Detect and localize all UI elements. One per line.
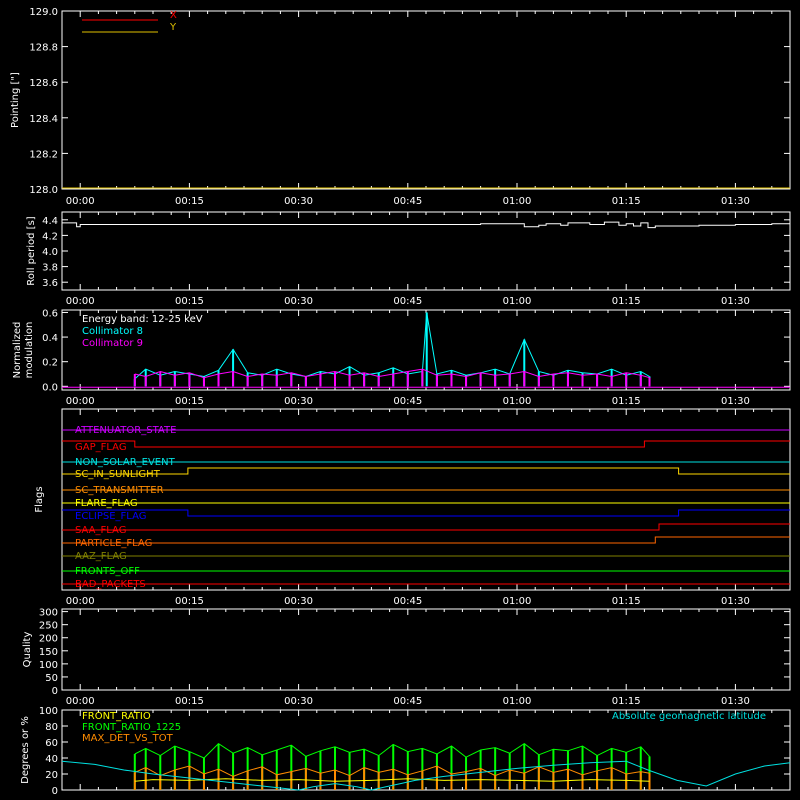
- y-tick-label: 300: [39, 608, 58, 619]
- x-tick-label: 00:00: [66, 396, 95, 407]
- y-tick-label: 4.2: [42, 231, 58, 242]
- x-tick-label: 01:15: [612, 396, 641, 407]
- x-tick-label: 01:00: [503, 196, 532, 207]
- y-tick-label: 4.4: [42, 216, 58, 227]
- x-tick-label: 00:00: [66, 296, 95, 307]
- legend-label: X: [170, 10, 177, 21]
- x-tick-label: 00:30: [284, 696, 313, 707]
- y-tick-label: 0.6: [42, 308, 58, 319]
- x-tick-label: 00:30: [284, 396, 313, 407]
- y-tick-label: 3.6: [42, 278, 58, 289]
- x-tick-label: 00:15: [175, 696, 204, 707]
- flag-label: GAP_FLAG: [75, 442, 127, 453]
- x-tick-label: 01:30: [721, 696, 750, 707]
- x-tick-label: 00:00: [66, 196, 95, 207]
- y-tick-label: 128.0: [29, 185, 58, 196]
- x-tick-label: 01:30: [721, 296, 750, 307]
- legend-label: Y: [169, 22, 177, 33]
- x-tick-label: 00:15: [175, 296, 204, 307]
- y-axis-label: Roll period [s]: [26, 216, 37, 285]
- x-tick-label: 00:45: [393, 296, 422, 307]
- y-tick-label: 20: [45, 770, 58, 781]
- flag-label: ECLIPSE_FLAG: [75, 511, 146, 522]
- legend-label: Collimator 8: [82, 326, 143, 337]
- y-tick-label: 40: [45, 754, 58, 765]
- x-tick-label: 01:00: [503, 596, 532, 607]
- legend-label: Collimator 9: [82, 338, 143, 349]
- x-tick-label: 00:15: [175, 396, 204, 407]
- x-tick-label: 00:45: [393, 196, 422, 207]
- y-tick-label: 100: [39, 706, 58, 717]
- y-tick-label: 0.2: [42, 358, 58, 369]
- x-tick-label: 00:15: [175, 196, 204, 207]
- x-tick-label: 00:00: [66, 696, 95, 707]
- energy-band-annotation: Energy band: 12-25 keV: [82, 314, 203, 325]
- x-tick-label: 00:30: [284, 196, 313, 207]
- y-tick-label: 200: [39, 634, 58, 645]
- y-tick-label: 50: [45, 673, 58, 684]
- x-tick-label: 01:30: [721, 596, 750, 607]
- legend-label: Absolute geomagnetic latitude: [612, 711, 766, 722]
- y-tick-label: 60: [45, 738, 58, 749]
- y-tick-label: 0: [52, 686, 58, 697]
- y-tick-label: 128.8: [29, 43, 58, 54]
- y-tick-label: 250: [39, 621, 58, 632]
- y-tick-label: 128.6: [29, 78, 58, 89]
- x-tick-label: 01:00: [503, 296, 532, 307]
- legend-label: MAX_DET_VS_TOT: [82, 733, 174, 744]
- legend-label: FRONT_RATIO: [82, 711, 151, 722]
- x-tick-label: 00:45: [393, 696, 422, 707]
- x-tick-label: 01:15: [612, 296, 641, 307]
- y-tick-label: 3.8: [42, 263, 58, 274]
- y-tick-label: 129.0: [29, 7, 58, 18]
- y-tick-label: 128.4: [29, 114, 58, 125]
- y-axis-label: Flags: [34, 486, 45, 512]
- y-tick-label: 150: [39, 647, 58, 658]
- x-tick-label: 01:00: [503, 696, 532, 707]
- y-axis-label: Quality: [22, 632, 33, 668]
- y-tick-label: 0.0: [42, 382, 58, 393]
- y-tick-label: 0.4: [42, 333, 58, 344]
- x-tick-label: 00:45: [393, 596, 422, 607]
- legend-label: FRONT_RATIO_1225: [82, 722, 181, 733]
- x-tick-label: 01:00: [503, 396, 532, 407]
- y-axis-label: Pointing ["]: [10, 72, 21, 128]
- x-tick-label: 01:30: [721, 396, 750, 407]
- y-axis-label: Normalized: [12, 322, 23, 379]
- x-tick-label: 00:30: [284, 296, 313, 307]
- y-tick-label: 0: [52, 786, 58, 797]
- x-tick-label: 00:30: [284, 596, 313, 607]
- y-axis-label: modulation: [24, 322, 35, 379]
- x-tick-label: 01:30: [721, 196, 750, 207]
- y-tick-label: 128.2: [29, 149, 58, 160]
- x-tick-label: 01:15: [612, 196, 641, 207]
- x-tick-label: 00:45: [393, 396, 422, 407]
- x-tick-label: 01:15: [612, 696, 641, 707]
- y-tick-label: 100: [39, 660, 58, 671]
- x-tick-label: 00:15: [175, 596, 204, 607]
- y-tick-label: 80: [45, 722, 58, 733]
- x-tick-label: 00:00: [66, 596, 95, 607]
- y-tick-label: 4.0: [42, 247, 58, 258]
- x-tick-label: 01:15: [612, 596, 641, 607]
- y-axis-label: Degrees or %: [20, 716, 31, 784]
- chart-figure: 128.0 128.2 128.4 128.6 128.8 129.0 Pointing […: [0, 0, 800, 800]
